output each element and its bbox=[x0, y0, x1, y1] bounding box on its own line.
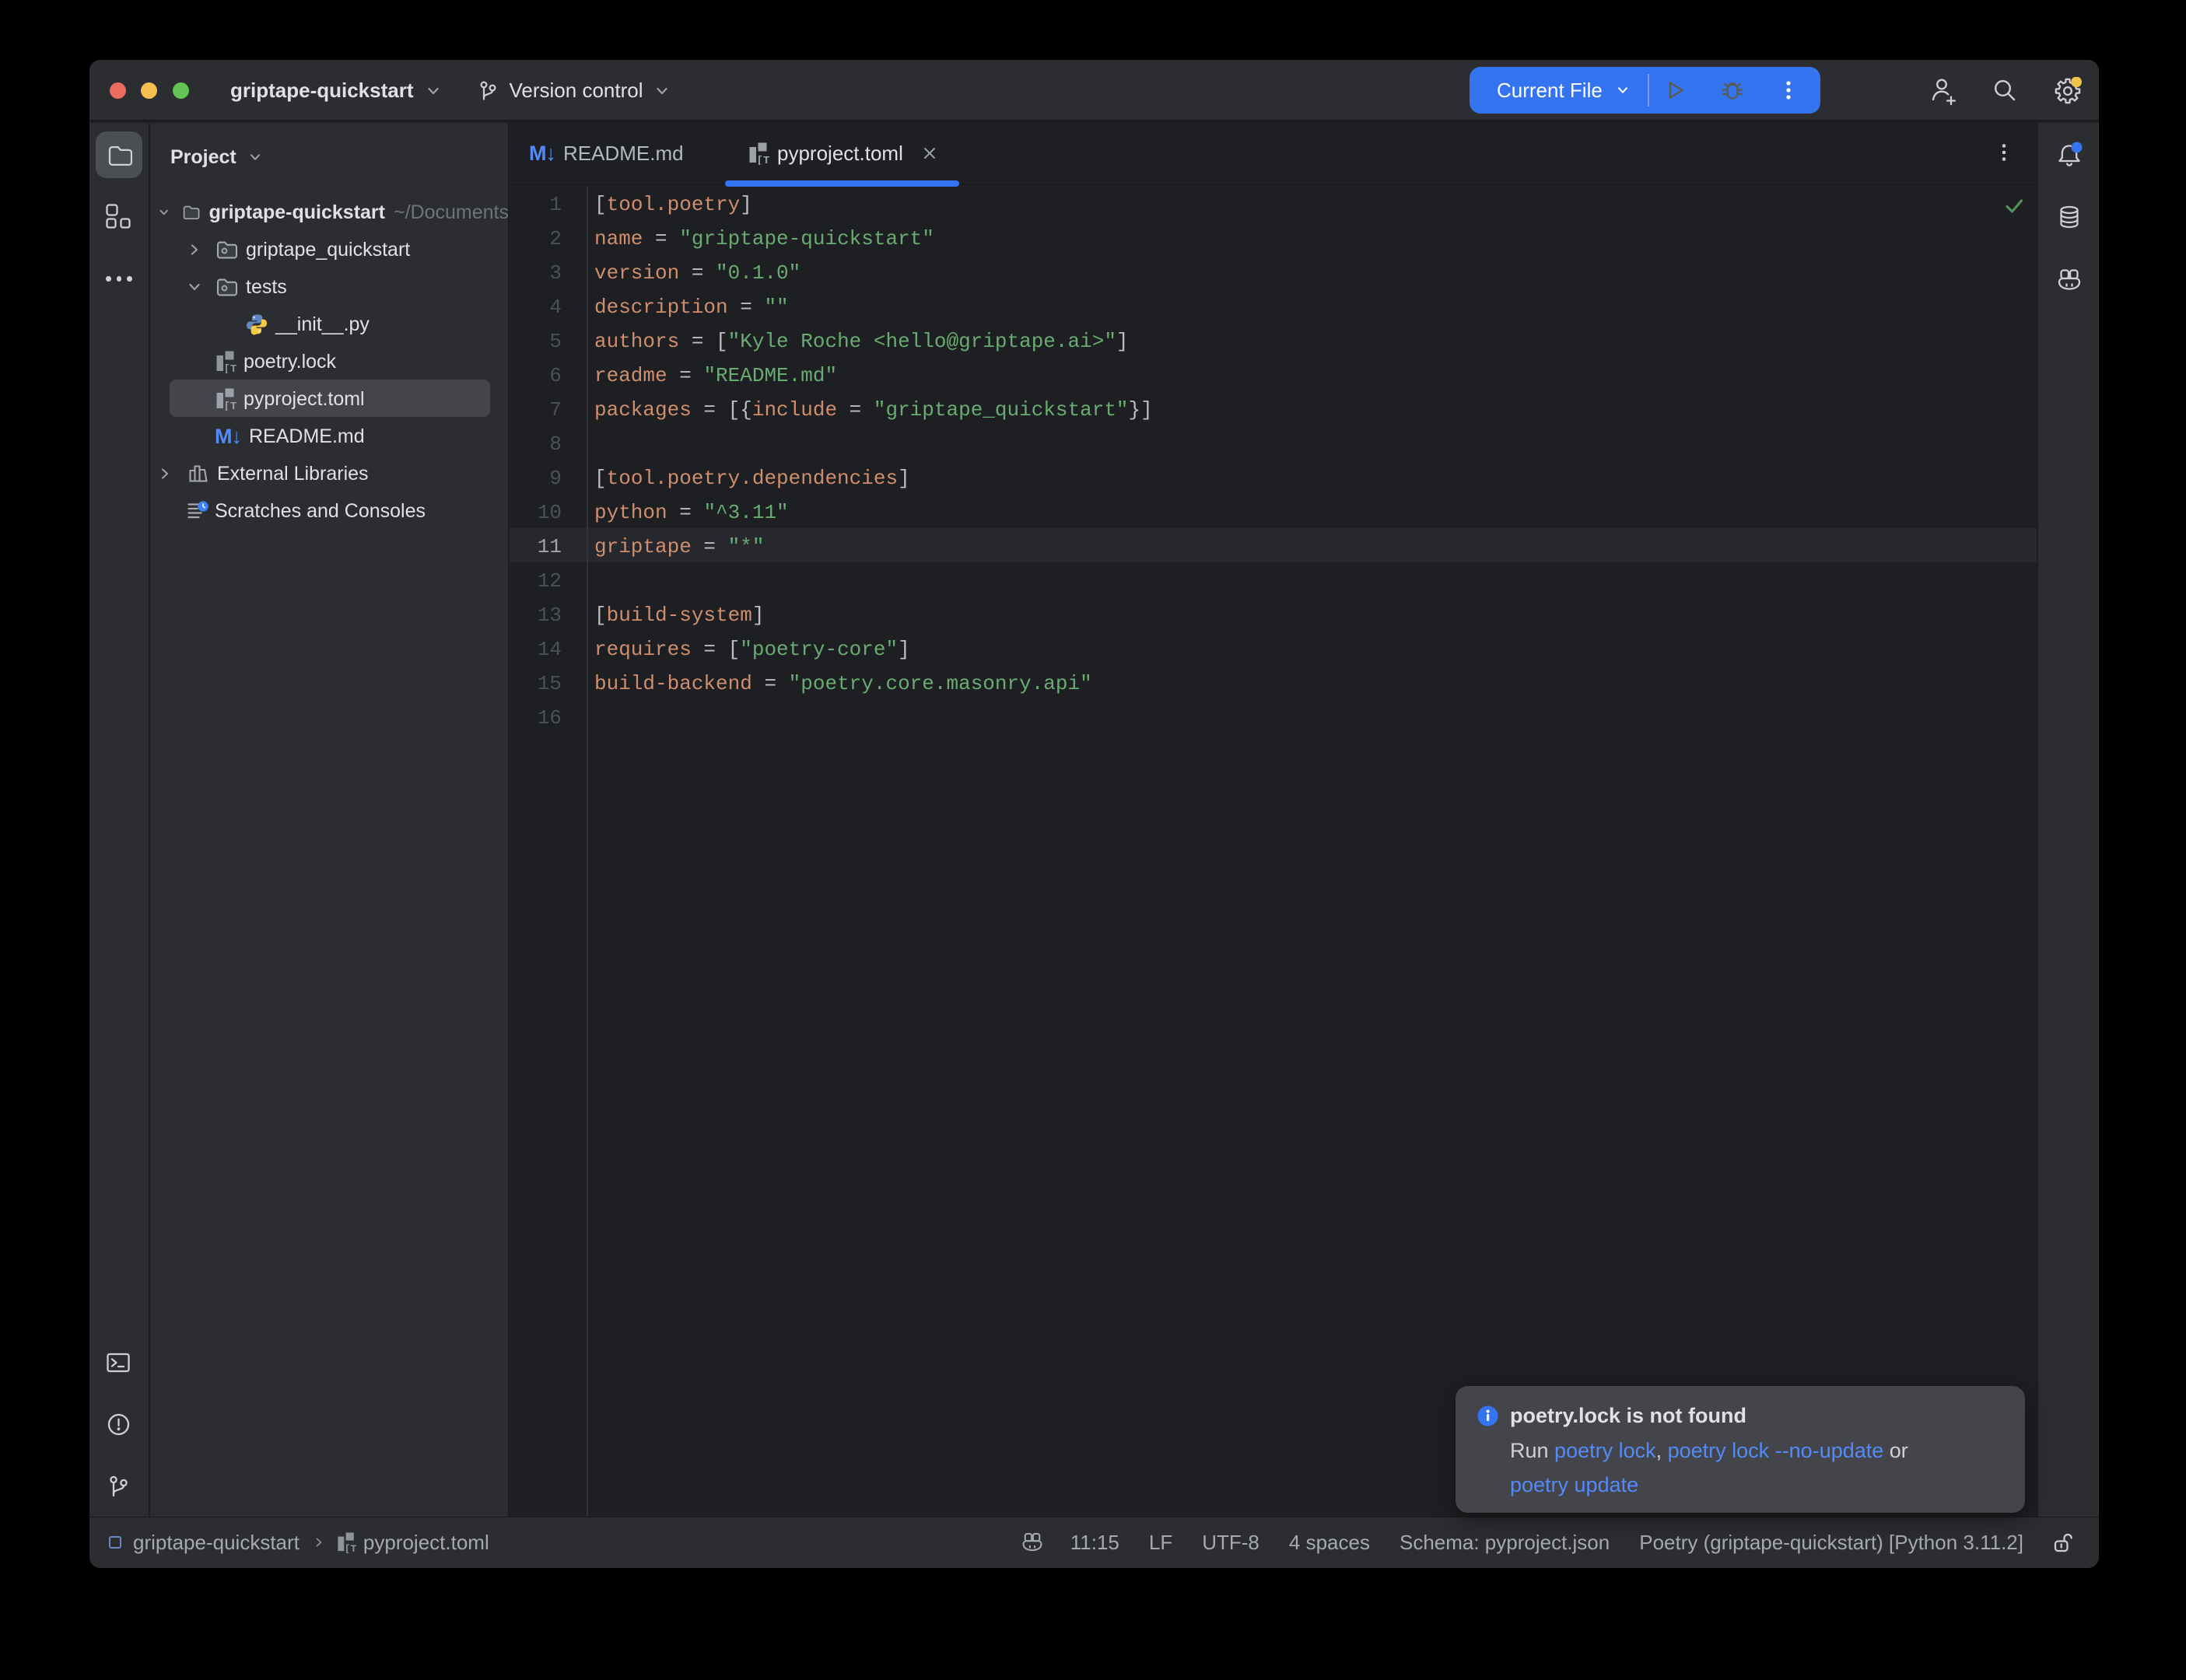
svg-text:[T]: [T] bbox=[757, 155, 771, 165]
svg-text:[T]: [T] bbox=[224, 401, 238, 411]
svg-text:[T]: [T] bbox=[224, 363, 238, 373]
svg-text:[T]: [T] bbox=[345, 1543, 357, 1553]
